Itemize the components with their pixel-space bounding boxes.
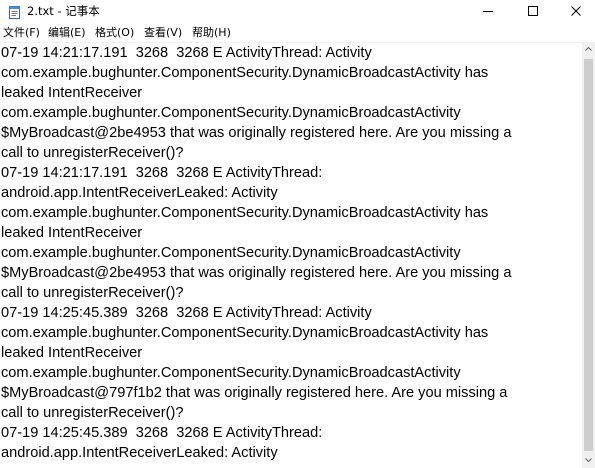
text-line: 07-19 14:21:17.191 3268 3268 E ActivityT… (1, 45, 372, 61)
text-line: android.app.IntentReceiverLeaked: Activi… (1, 185, 278, 201)
text-line: leaked IntentReceiver (1, 85, 143, 101)
minimize-button[interactable] (465, 0, 510, 22)
text-line: $MyBroadcast@2be4953 that was originally… (1, 125, 512, 141)
menu-format[interactable]: 格式(O) (95, 25, 134, 40)
text-line: com.example.bughunter.ComponentSecurity.… (1, 105, 461, 121)
text-line: call to unregisterReceiver()? (1, 145, 184, 161)
close-button[interactable] (553, 0, 595, 22)
text-line: 07-19 14:25:45.389 3268 3268 E ActivityT… (1, 425, 323, 441)
text-line: com.example.bughunter.ComponentSecurity.… (1, 65, 489, 81)
text-line: 07-19 14:21:17.191 3268 3268 E ActivityT… (1, 165, 323, 181)
menu-help[interactable]: 帮助(H) (192, 25, 231, 40)
text-line: com.example.bughunter.ComponentSecurity.… (1, 205, 489, 221)
text-line: leaked IntentReceiver (1, 345, 143, 361)
window-title: 2.txt - 记事本 (27, 4, 100, 18)
scroll-down-button[interactable] (582, 454, 595, 468)
menu-view[interactable]: 查看(V) (144, 25, 182, 40)
text-editor[interactable]: 07-19 14:21:17.191 3268 3268 E ActivityT… (0, 43, 582, 468)
menu-edit[interactable]: 编辑(E) (48, 25, 86, 40)
text-line: leaked IntentReceiver (1, 225, 143, 241)
menu-file[interactable]: 文件(F) (3, 25, 40, 40)
vertical-scrollbar[interactable] (582, 43, 595, 468)
text-line: com.example.bughunter.ComponentSecurity.… (1, 245, 461, 261)
maximize-button[interactable] (510, 0, 555, 22)
notepad-icon (8, 4, 21, 19)
title-bar[interactable]: 2.txt - 记事本 (0, 0, 595, 22)
menu-bar: 文件(F) 编辑(E) 格式(O) 查看(V) 帮助(H) (0, 23, 595, 42)
text-line: 07-19 14:25:45.389 3268 3268 E ActivityT… (1, 305, 372, 321)
text-line: com.example.bughunter.ComponentSecurity.… (1, 325, 489, 341)
scroll-up-button[interactable] (582, 43, 595, 57)
scrollbar-thumb[interactable] (584, 59, 593, 451)
text-line: $MyBroadcast@797f1b2 that was originally… (1, 385, 508, 401)
scroll-down-arrow-icon (585, 458, 592, 462)
notepad-window: 2.txt - 记事本 文件(F) 编辑(E) 格式(O) 查看(V) 帮助(H… (0, 0, 595, 468)
maximize-icon (527, 6, 538, 16)
close-icon (570, 6, 581, 16)
text-line: call to unregisterReceiver()? (1, 285, 184, 301)
text-line: com.example.bughunter.ComponentSecurity.… (1, 365, 461, 381)
text-line: android.app.IntentReceiverLeaked: Activi… (1, 445, 278, 461)
scroll-up-arrow-icon (585, 47, 592, 51)
text-line: $MyBroadcast@2be4953 that was originally… (1, 265, 512, 281)
minimize-icon (482, 11, 493, 12)
text-line: call to unregisterReceiver()? (1, 405, 184, 421)
